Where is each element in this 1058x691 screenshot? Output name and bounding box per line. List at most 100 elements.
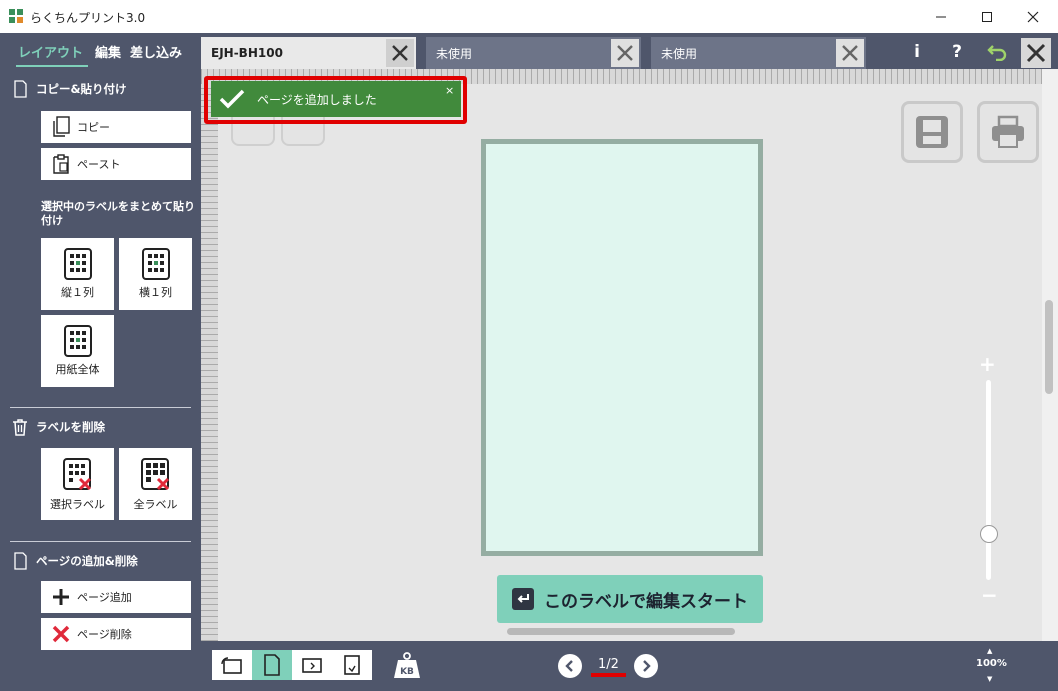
delete-selected-icon [62,458,91,491]
close-icon [1026,43,1046,63]
toast-message: ページを追加しました [257,92,377,107]
start-editing-label: このラベルで編集スタート [544,591,748,612]
delete-selected-tile[interactable]: 選択ラベル [41,448,114,520]
paste-row-tile[interactable]: 横１列 [119,238,192,310]
toast-close-button[interactable]: × [445,84,454,97]
delete-labels-heading: ラベルを削除 [12,418,105,436]
next-page-button[interactable] [634,654,658,678]
previous-page-button[interactable] [558,654,582,678]
paste-label: ペースト [77,158,121,171]
toast-notification: ページを追加しました [211,81,461,117]
copy-button[interactable]: コピー [41,111,191,143]
tab-layout[interactable]: レイアウト [18,42,83,61]
flip-page-button[interactable] [332,650,372,680]
pages-heading-label: ページの追加&削除 [36,554,138,568]
copy-label: コピー [77,121,110,134]
close-icon [617,45,633,61]
info-icon: i [914,42,920,62]
tab-merge[interactable]: 差し込み [130,42,182,61]
delete-labels-heading-label: ラベルを削除 [36,420,105,434]
portrait-page-icon [264,654,280,676]
minimize-icon [936,16,946,17]
undo-button[interactable] [983,38,1011,66]
window-title: らくちんプリント3.0 [30,11,146,25]
zoom-level[interactable]: 100% [976,658,1007,669]
tab-unused-1[interactable]: 未使用 [426,37,641,69]
label-sheet-preview[interactable] [481,139,763,556]
printer-icon [992,115,1024,148]
delete-all-icon [140,458,169,491]
paste-button[interactable]: ペースト [41,148,191,180]
add-page-label: ページ追加 [77,591,132,604]
zoom-slider-thumb[interactable] [980,525,998,543]
delete-all-tile[interactable]: 全ラベル [119,448,192,520]
document-icon [14,80,27,98]
copy-paste-heading: コピー&貼り付け [12,80,127,98]
bulk-paste-heading: 選択中のラベルをまとめて貼り付け [41,200,195,227]
sidebar-tabs: レイアウト 編集 差し込み [0,33,201,69]
tab-ejh-bh100[interactable]: EJH-BH100 [201,37,416,69]
divider [10,541,191,542]
zoom-out-button[interactable]: − [981,583,998,607]
tab-close-button[interactable] [836,39,864,67]
delete-page-button[interactable]: ページ削除 [41,618,191,650]
tab-unused-2[interactable]: 未使用 [651,37,866,69]
tab-edit[interactable]: 編集 [95,42,121,61]
close-editor-button[interactable] [1021,38,1051,68]
chevron-right-icon [643,660,651,672]
vertical-ruler [201,84,218,641]
vertical-scrollbar-thumb[interactable] [1045,300,1053,394]
undo-icon [987,45,1007,61]
orientation-group [212,650,372,680]
zoom-in-button[interactable]: + [979,352,996,376]
rotate-left-button[interactable] [212,650,252,680]
active-tab-indicator [16,65,88,67]
help-icon: ? [952,42,962,62]
tab-label: 未使用 [661,46,698,61]
close-icon [392,45,408,61]
info-button[interactable]: i [903,38,931,66]
paste-icon [53,154,69,174]
label-canvas[interactable]: このラベルで編集スタート + − [201,69,1042,641]
zoom-up-arrow-icon[interactable]: ▲ [987,647,992,655]
check-icon [219,89,245,109]
landscape-page-icon [302,658,322,673]
grid-column-icon [63,248,92,280]
paste-column-tile[interactable]: 縦１列 [41,238,114,310]
close-icon [1027,11,1039,22]
zoom-slider-track[interactable] [986,380,991,580]
print-button[interactable] [977,101,1039,163]
zoom-down-arrow-icon[interactable]: ▼ [987,675,992,683]
minimize-button[interactable] [918,0,964,33]
weight-kb-icon[interactable]: KB [392,650,422,680]
grid-sheet-icon [63,325,92,357]
grid-row-icon [141,248,170,280]
horizontal-scrollbar[interactable] [507,628,735,635]
rotate-right-button[interactable] [292,650,332,680]
tab-close-button[interactable] [611,39,639,67]
trash-icon [13,419,27,436]
tab-label: 未使用 [436,46,473,61]
page-indicator-highlight [591,673,626,677]
paste-sheet-tile[interactable]: 用紙全体 [41,315,114,387]
start-editing-button[interactable]: このラベルで編集スタート [497,575,763,623]
save-icon [916,116,948,148]
page-indicator: 1/2 [598,657,619,672]
title-bar: らくちんプリント3.0 [0,0,1058,33]
add-page-button[interactable]: ページ追加 [41,581,191,613]
delete-selected-label: 選択ラベル [50,498,105,511]
paste-sheet-label: 用紙全体 [55,363,100,376]
chevron-left-icon [565,660,573,672]
svg-text:KB: KB [400,667,414,677]
plus-icon [53,589,69,605]
window-close-button[interactable] [1010,0,1056,33]
save-button[interactable] [901,101,963,163]
copy-paste-heading-label: コピー&貼り付け [36,82,127,96]
maximize-button[interactable] [964,0,1010,33]
page-icon [14,552,27,570]
rotate-left-icon [221,657,242,674]
portrait-button[interactable] [252,650,292,680]
pages-heading: ページの追加&削除 [12,552,138,570]
tab-close-button[interactable] [386,39,414,67]
help-button[interactable]: ? [943,38,971,66]
